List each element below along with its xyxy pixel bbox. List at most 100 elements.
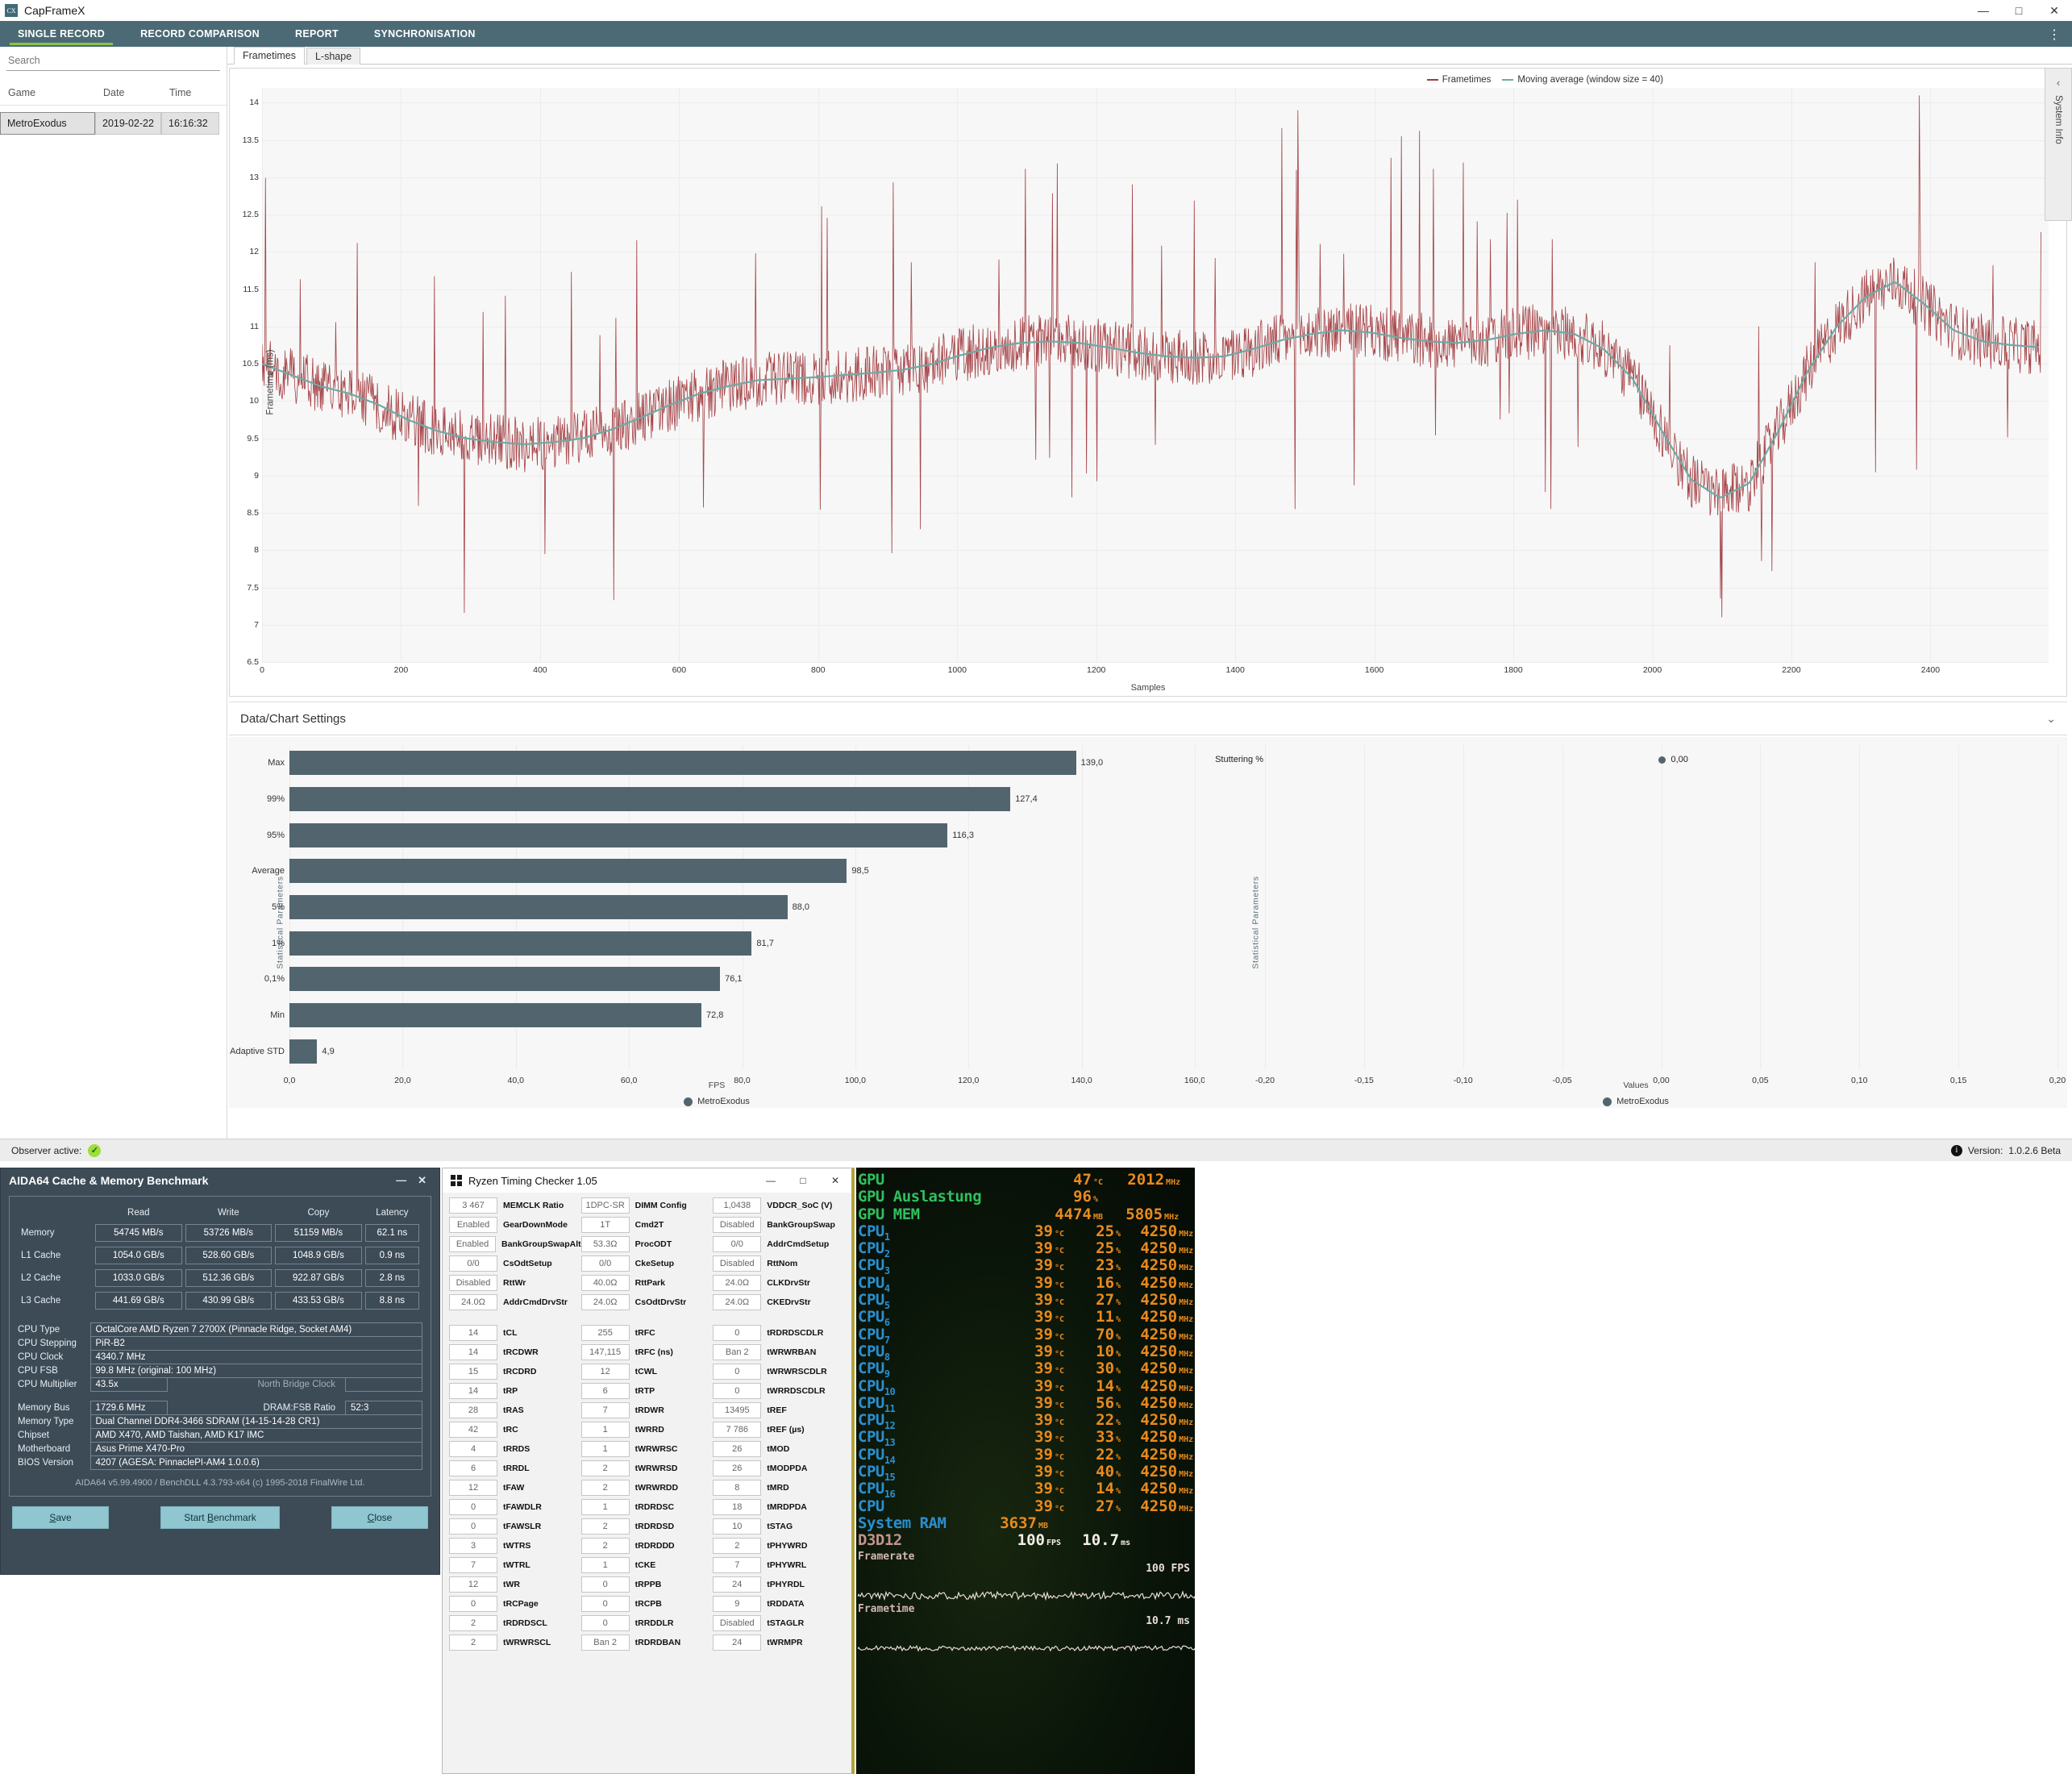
rtc-value[interactable]: Ban 2 xyxy=(713,1344,761,1360)
rtc-value[interactable]: Disabled xyxy=(713,1217,761,1233)
rtc-value[interactable]: 10 xyxy=(713,1518,761,1535)
aida64-close-button[interactable]: ✕ xyxy=(418,1174,426,1187)
rtc-value[interactable]: 3 467 xyxy=(449,1197,497,1214)
chevron-left-icon[interactable]: ‹ xyxy=(2057,77,2060,89)
rtc-value[interactable]: 9 xyxy=(713,1596,761,1612)
rtc-value[interactable]: 15 xyxy=(449,1364,497,1380)
cell-date[interactable]: 2019-02-22 xyxy=(95,112,161,135)
rtc-value[interactable]: 0 xyxy=(713,1364,761,1380)
rtc-maximize-button[interactable]: □ xyxy=(787,1168,819,1193)
close-button[interactable]: ✕ xyxy=(2037,0,2072,21)
rtc-value[interactable]: 1 xyxy=(581,1441,630,1457)
rtc-value[interactable]: 147,115 xyxy=(581,1344,630,1360)
rtc-value[interactable]: 0 xyxy=(449,1499,497,1515)
rtc-value[interactable]: 3 xyxy=(449,1538,497,1554)
cpu-clock: 4250 xyxy=(1121,1239,1177,1257)
rtc-value[interactable]: 7 786 xyxy=(713,1422,761,1438)
rtc-value[interactable]: 24.0Ω xyxy=(449,1294,497,1310)
window-controls: — □ ✕ xyxy=(1966,0,2072,21)
rtc-value[interactable]: Disabled xyxy=(713,1615,761,1631)
rtc-value[interactable]: 0 xyxy=(581,1596,630,1612)
overflow-menu-icon[interactable]: ⋮ xyxy=(2048,29,2061,42)
rtc-value[interactable]: 1 xyxy=(581,1499,630,1515)
rtc-value[interactable]: 0 xyxy=(581,1576,630,1593)
rtc-value[interactable]: 2 xyxy=(449,1615,497,1631)
rtc-value[interactable]: 1DPC-SR xyxy=(581,1197,630,1214)
rtc-value[interactable]: 0 xyxy=(449,1596,497,1612)
rtc-value[interactable]: 6 xyxy=(581,1383,630,1399)
rtc-value[interactable]: 0 xyxy=(581,1615,630,1631)
rtc-value[interactable]: 6 xyxy=(449,1460,497,1476)
rtc-value[interactable]: 1 xyxy=(581,1422,630,1438)
rtc-value[interactable]: 4 xyxy=(449,1441,497,1457)
search-input[interactable] xyxy=(6,52,220,71)
rtc-value[interactable]: 13495 xyxy=(713,1402,761,1418)
rtc-value[interactable]: 26 xyxy=(713,1460,761,1476)
rtc-value[interactable]: 1 xyxy=(581,1557,630,1573)
table-row[interactable]: MetroExodus 2019-02-22 16:16:32 xyxy=(0,112,227,135)
rtc-value[interactable]: 255 xyxy=(581,1325,630,1341)
rtc-value[interactable]: 8 xyxy=(713,1480,761,1496)
rtc-value[interactable]: 0/0 xyxy=(581,1256,630,1272)
rtc-value[interactable]: 40.0Ω xyxy=(581,1275,630,1291)
save-button[interactable]: SSaveave xyxy=(12,1506,109,1529)
aida64-minimize-button[interactable]: — xyxy=(396,1174,406,1187)
rtc-value[interactable]: 42 xyxy=(449,1422,497,1438)
cell-time[interactable]: 16:16:32 xyxy=(161,112,219,135)
tab-synchronisation[interactable]: SYNCHRONISATION xyxy=(356,21,493,47)
rtc-minimize-button[interactable]: — xyxy=(755,1168,787,1193)
rtc-value[interactable]: 24 xyxy=(713,1634,761,1651)
maximize-button[interactable]: □ xyxy=(2001,0,2037,21)
rtc-value[interactable]: Enabled xyxy=(449,1236,496,1252)
rtc-close-button[interactable]: ✕ xyxy=(819,1168,851,1193)
data-chart-settings-bar[interactable]: Data/Chart Settings ⌄ xyxy=(229,702,2067,735)
rtc-value[interactable]: 24.0Ω xyxy=(713,1294,761,1310)
rtc-value[interactable]: 24 xyxy=(713,1576,761,1593)
rtc-value[interactable]: 2 xyxy=(449,1634,497,1651)
rtc-value[interactable]: 26 xyxy=(713,1441,761,1457)
rtc-value[interactable]: 18 xyxy=(713,1499,761,1515)
rtc-value[interactable]: 14 xyxy=(449,1383,497,1399)
rtc-value[interactable]: 14 xyxy=(449,1325,497,1341)
rtc-value[interactable]: 24.0Ω xyxy=(713,1275,761,1291)
rtc-value[interactable]: Disabled xyxy=(449,1275,497,1291)
minimize-button[interactable]: — xyxy=(1966,0,2001,21)
rtc-value[interactable]: 7 xyxy=(713,1557,761,1573)
cpu-clock: 4250 xyxy=(1121,1256,1177,1274)
rtc-value[interactable]: 12 xyxy=(449,1576,497,1593)
tab-lshape[interactable]: L-shape xyxy=(306,48,360,65)
rtc-value[interactable]: 12 xyxy=(449,1480,497,1496)
rtc-value[interactable]: 12 xyxy=(581,1364,630,1380)
rtc-value[interactable]: 14 xyxy=(449,1344,497,1360)
rtc-value[interactable]: 7 xyxy=(449,1557,497,1573)
rtc-value[interactable]: 2 xyxy=(581,1480,630,1496)
rtc-value[interactable]: Enabled xyxy=(449,1217,497,1233)
rtc-value[interactable]: Disabled xyxy=(713,1256,761,1272)
tab-frametimes[interactable]: Frametimes xyxy=(234,47,305,65)
tab-single-record[interactable]: SINGLE RECORD xyxy=(0,21,123,47)
start-benchmark-button[interactable]: Start Benchmark xyxy=(160,1506,280,1529)
rtc-value[interactable]: 7 xyxy=(581,1402,630,1418)
rtc-value[interactable]: 0 xyxy=(713,1383,761,1399)
rtc-value[interactable]: 1T xyxy=(581,1217,630,1233)
bar-category-label: 1% xyxy=(272,939,285,948)
system-info-flyout[interactable]: ‹ System Info xyxy=(2045,68,2072,221)
rtc-value[interactable]: 0 xyxy=(449,1518,497,1535)
rtc-value[interactable]: 1,0438 xyxy=(713,1197,761,1214)
rtc-value[interactable]: 2 xyxy=(581,1518,630,1535)
close-button[interactable]: Close xyxy=(331,1506,428,1529)
cell-game[interactable]: MetroExodus xyxy=(0,112,95,135)
rtc-value[interactable]: 53.3Ω xyxy=(581,1236,630,1252)
rtc-value[interactable]: 24.0Ω xyxy=(581,1294,630,1310)
rtc-value[interactable]: 0/0 xyxy=(449,1256,497,1272)
rtc-value[interactable]: 28 xyxy=(449,1402,497,1418)
rtc-value[interactable]: 2 xyxy=(581,1538,630,1554)
tab-record-comparison[interactable]: RECORD COMPARISON xyxy=(123,21,277,47)
rtc-value[interactable]: 2 xyxy=(713,1538,761,1554)
rtc-value[interactable]: 0/0 xyxy=(713,1236,761,1252)
rtc-value[interactable]: 2 xyxy=(581,1460,630,1476)
tab-report[interactable]: REPORT xyxy=(277,21,356,47)
rtc-value[interactable]: 0 xyxy=(713,1325,761,1341)
chevron-down-icon[interactable]: ⌄ xyxy=(2046,712,2056,726)
rtc-value[interactable]: Ban 2 xyxy=(581,1634,630,1651)
